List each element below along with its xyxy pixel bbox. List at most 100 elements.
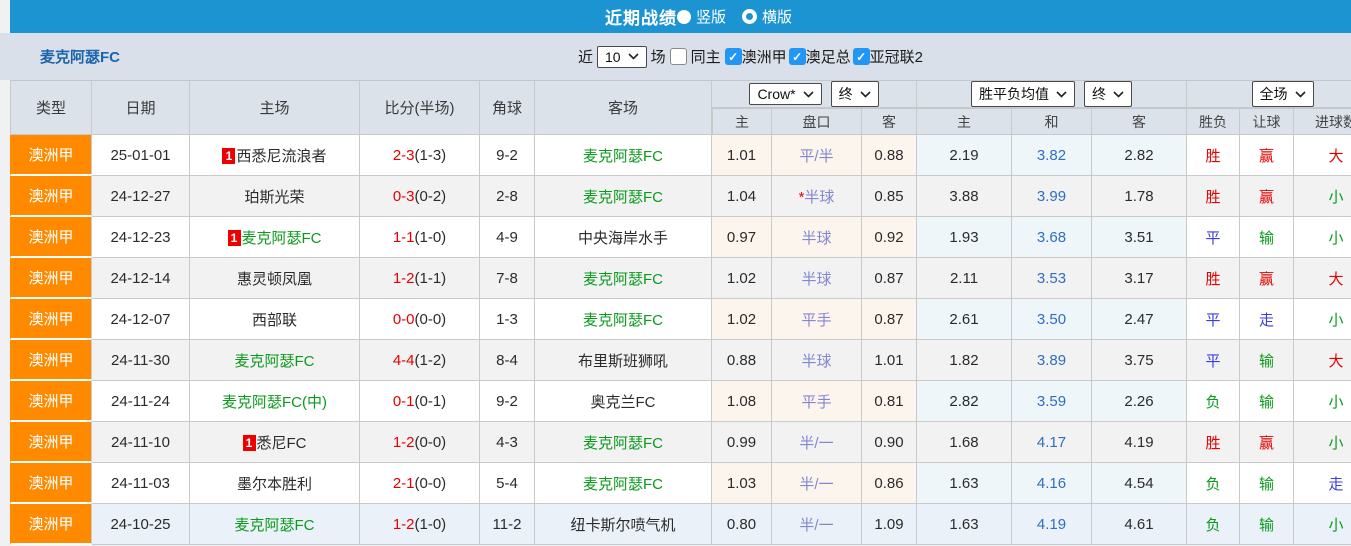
result-cell: 胜: [1187, 422, 1240, 463]
away-team-cell: 麦克阿瑟FC: [535, 176, 712, 217]
page-title: 近期战绩: [604, 9, 677, 28]
result-cell: 负: [1187, 463, 1240, 504]
avg-away-cell: 2.26: [1092, 381, 1187, 422]
home-team-cell: 1 西悉尼流浪者: [190, 135, 360, 176]
league-cell: 澳洲甲: [10, 381, 92, 422]
col-date: 日期: [92, 80, 190, 135]
filterbar: 麦克阿瑟FC 近 10 场 同主 澳洲甲 澳足总 亚冠联2: [0, 33, 1351, 80]
league-checkbox[interactable]: [788, 48, 806, 65]
odds-away-cell: 0.92: [862, 217, 917, 258]
handicap-cell: 半球: [772, 217, 862, 258]
odds-home-cell: 0.97: [712, 217, 772, 258]
match-row: 澳洲甲 24-12-14 惠灵顿凤凰 1-2(1-1) 7-8 麦克阿瑟FC 1…: [10, 258, 1351, 299]
result-cell: 负: [1187, 381, 1240, 422]
home-rank-badge: 1: [227, 229, 241, 246]
col-home: 主场: [190, 80, 360, 135]
goals-cell: 大: [1294, 258, 1351, 299]
home-team[interactable]: 麦克阿瑟FC: [235, 517, 315, 534]
horizontal-layout-label[interactable]: 横版: [762, 6, 792, 27]
match-row: 澳洲甲 24-12-07 西部联 0-0(0-0) 1-3 麦克阿瑟FC 1.0…: [10, 299, 1351, 340]
corner-cell: 2-8: [480, 176, 535, 217]
filters: 近 10 场 同主 澳洲甲 澳足总 亚冠联2: [578, 45, 929, 68]
home-team[interactable]: 西悉尼流浪者: [236, 148, 326, 165]
odds-home-cell: 1.04: [712, 176, 772, 217]
avg-time-select[interactable]: 终: [1084, 81, 1132, 107]
date-cell: 25-01-01: [92, 135, 190, 176]
recent-count-select[interactable]: 10: [597, 45, 647, 68]
home-team-cell: 麦克阿瑟FC(中): [190, 381, 360, 422]
odds-home-cell: 1.02: [712, 258, 772, 299]
home-team[interactable]: 麦克阿瑟FC(中): [222, 394, 327, 411]
chevron-down-icon: [1294, 90, 1306, 98]
same-home-checkbox[interactable]: [669, 48, 687, 65]
away-team[interactable]: 麦克阿瑟FC: [583, 271, 663, 288]
league-label[interactable]: 亚冠联2: [870, 46, 923, 67]
period-group-header: 全场: [1187, 80, 1351, 108]
handicap-result-cell: 赢: [1240, 422, 1294, 463]
away-team[interactable]: 麦克阿瑟FC: [583, 435, 663, 452]
avg-away-cell: 3.51: [1092, 217, 1187, 258]
home-team[interactable]: 麦克阿瑟FC: [242, 230, 322, 247]
avg-home-cell: 3.88: [917, 176, 1012, 217]
away-team-cell: 麦克阿瑟FC: [535, 463, 712, 504]
odds-away-cell: 0.87: [862, 258, 917, 299]
home-rank-badge: 1: [242, 434, 256, 451]
avg-draw-cell: 3.50: [1012, 299, 1092, 340]
handicap-result-cell: 输: [1240, 217, 1294, 258]
away-team[interactable]: 麦克阿瑟FC: [583, 312, 663, 329]
away-team[interactable]: 纽卡斯尔喷气机: [570, 517, 675, 534]
corner-cell: 4-9: [480, 217, 535, 258]
away-team-cell: 布里斯班狮吼: [535, 340, 712, 381]
league-checkbox[interactable]: [852, 48, 870, 65]
handicap-result-cell: 输: [1240, 504, 1294, 545]
match-rows: 澳洲甲 25-01-01 1 西悉尼流浪者 2-3(1-3) 9-2 麦克阿瑟FC…: [10, 135, 1351, 545]
score-cell: 0-1(0-1): [360, 381, 480, 422]
odds-time-select[interactable]: 终: [830, 81, 879, 107]
home-team-cell: 墨尔本胜利: [190, 463, 360, 504]
odds-home-cell: 0.99: [712, 422, 772, 463]
vertical-layout-label[interactable]: 竖版: [696, 6, 726, 27]
horizontal-layout-radio[interactable]: [742, 9, 757, 24]
home-team[interactable]: 悉尼FC: [257, 435, 307, 452]
handicap-cell: 平/半: [772, 135, 862, 176]
home-team[interactable]: 珀斯光荣: [244, 189, 304, 206]
away-team[interactable]: 布里斯班狮吼: [578, 353, 668, 370]
away-team[interactable]: 麦克阿瑟FC: [583, 476, 663, 493]
handicap-result-cell: 赢: [1240, 176, 1294, 217]
avg-type-select[interactable]: 胜平负均值: [971, 81, 1075, 107]
home-team-cell: 珀斯光荣: [190, 176, 360, 217]
away-team[interactable]: 奥克兰FC: [591, 394, 656, 411]
home-team[interactable]: 墨尔本胜利: [237, 476, 312, 493]
league-checkbox[interactable]: [724, 48, 742, 65]
home-team[interactable]: 麦克阿瑟FC: [235, 353, 315, 370]
corner-cell: 9-2: [480, 135, 535, 176]
home-team[interactable]: 惠灵顿凤凰: [237, 271, 312, 288]
col-result: 胜负: [1187, 108, 1240, 135]
league-label[interactable]: 澳足总: [806, 46, 851, 67]
goals-cell: 小: [1294, 176, 1351, 217]
league-cell: 澳洲甲: [10, 258, 92, 299]
home-team[interactable]: 西部联: [252, 312, 297, 329]
away-team[interactable]: 中央海岸水手: [578, 230, 668, 247]
odds-company-select[interactable]: Crow*: [749, 83, 822, 105]
goals-cell: 走: [1294, 463, 1351, 504]
col-odds-home: 主: [712, 108, 772, 135]
match-row: 澳洲甲 25-01-01 1 西悉尼流浪者 2-3(1-3) 9-2 麦克阿瑟FC…: [10, 135, 1351, 176]
goals-cell: 大: [1294, 340, 1351, 381]
league-filter: 澳足总: [788, 46, 851, 67]
away-team[interactable]: 麦克阿瑟FC: [583, 189, 663, 206]
chevron-down-icon: [628, 53, 639, 60]
odds-away-cell: 0.87: [862, 299, 917, 340]
period-select[interactable]: 全场: [1251, 81, 1314, 107]
home-team-cell: 1 麦克阿瑟FC: [190, 217, 360, 258]
home-team-cell: 麦克阿瑟FC: [190, 340, 360, 381]
league-label[interactable]: 澳洲甲: [742, 46, 787, 67]
vertical-layout-radio[interactable]: [676, 9, 691, 24]
handicap-cell: 半/一: [772, 422, 862, 463]
avg-home-cell: 2.11: [917, 258, 1012, 299]
match-row: 澳洲甲 24-12-23 1 麦克阿瑟FC 1-1(1-0) 4-9 中央海岸水手…: [10, 217, 1351, 258]
corner-cell: 7-8: [480, 258, 535, 299]
col-type: 类型: [10, 80, 92, 135]
away-team[interactable]: 麦克阿瑟FC: [583, 148, 663, 165]
league-filter: 澳洲甲: [724, 46, 787, 67]
